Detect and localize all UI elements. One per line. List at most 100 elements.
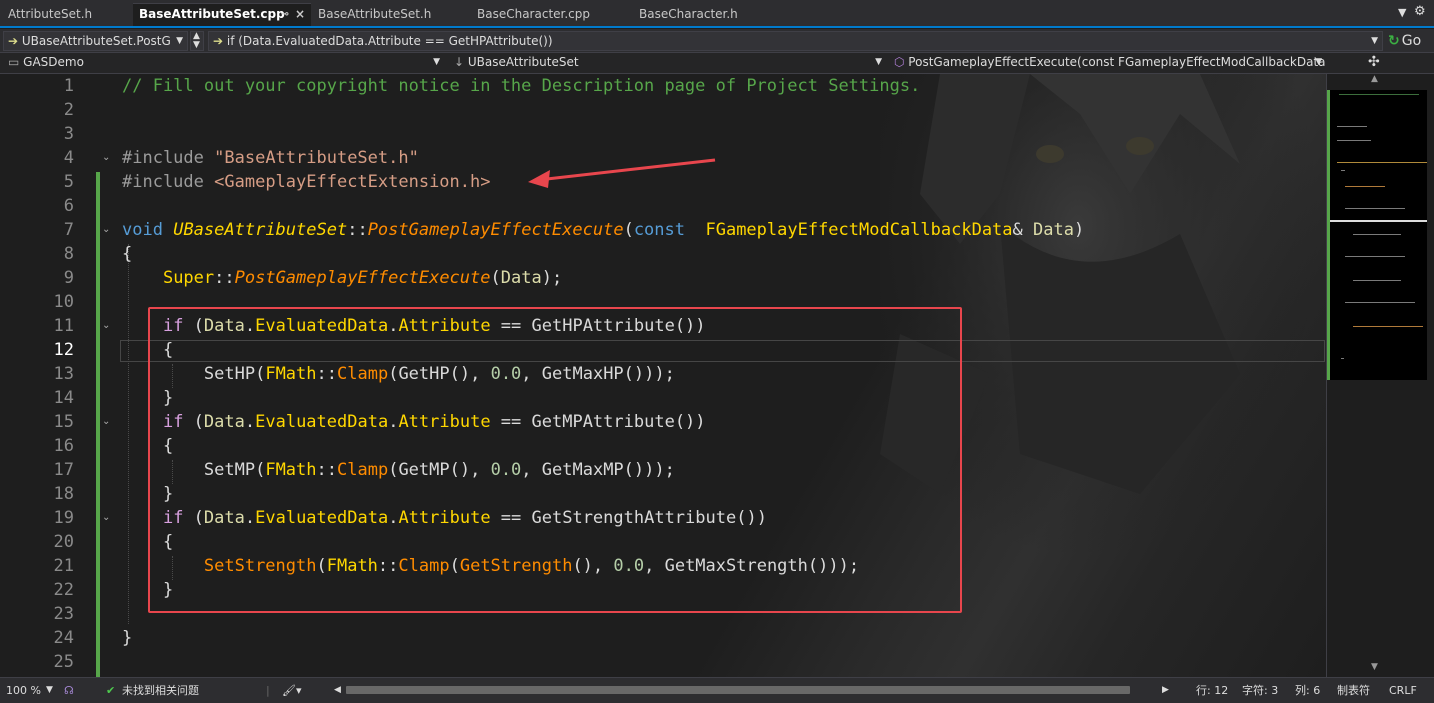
line-number: 3	[63, 124, 74, 144]
scroll-left-icon[interactable]: ◀	[334, 678, 341, 703]
line-number: 18	[53, 484, 74, 504]
fold-toggle-icon[interactable]: ⌄	[102, 218, 110, 242]
project-dropdown[interactable]: ▭ GASDemo ▼	[4, 54, 444, 73]
function-dropdown-label: PostGameplayEffectExecute(const FGamepla…	[908, 55, 1326, 69]
issues-status[interactable]: 未找到相关问题	[122, 678, 199, 703]
char-indicator[interactable]: 字符: 3	[1242, 678, 1278, 703]
sync-stepper[interactable]: ▲ ▼	[190, 31, 204, 51]
dropdown-icon: ▼	[1371, 36, 1378, 46]
line-number: 16	[53, 436, 74, 456]
col-indicator[interactable]: 列: 6	[1295, 678, 1320, 703]
line-number: 1	[63, 76, 74, 96]
member-dropdown[interactable]: ➔ UBaseAttributeSet.PostG ▼	[3, 31, 188, 51]
separator: |	[266, 684, 270, 697]
minimap-viewport[interactable]	[1329, 90, 1427, 380]
line-number: 23	[53, 604, 74, 624]
dropdown-icon: ▼	[1315, 57, 1322, 67]
scroll-right-icon[interactable]: ▶	[1162, 678, 1169, 703]
line-number: 5	[63, 172, 74, 192]
class-dropdown-label: UBaseAttributeSet	[467, 55, 579, 69]
line-number: 4	[63, 148, 74, 168]
tab-baseattributeset-h[interactable]: BaseAttributeSet.h	[312, 4, 470, 26]
zoom-dropdown-icon[interactable]: ▼	[46, 678, 53, 703]
minimap-change-marker	[1327, 90, 1330, 380]
tabs-mode[interactable]: 制表符	[1337, 678, 1370, 703]
line-number: 2	[63, 100, 74, 120]
class-dropdown[interactable]: ↓ UBaseAttributeSet ▼	[450, 54, 886, 73]
line-ending[interactable]: CRLF	[1389, 678, 1417, 703]
code-line[interactable]: // Fill out your copyright notice in the…	[122, 74, 920, 98]
line-number: 25	[53, 652, 74, 672]
go-label: Go	[1401, 33, 1422, 49]
tab-label: BaseCharacter.cpp	[477, 7, 591, 21]
code-line[interactable]: }	[122, 626, 132, 650]
function-dropdown[interactable]: ⬡ PostGameplayEffectExecute(const FGamep…	[890, 54, 1326, 73]
fold-toggle-icon[interactable]: ⌄	[102, 146, 110, 170]
minimap[interactable]: ▲ ▼	[1326, 74, 1434, 677]
tab-label: BaseCharacter.h	[639, 7, 738, 21]
annotation-highlight-box	[148, 307, 962, 613]
code-line[interactable]: #include "BaseAttributeSet.h"	[122, 146, 419, 170]
split-icon[interactable]: ✣	[1368, 54, 1380, 70]
fold-toggle-icon[interactable]: ⌄	[102, 506, 110, 530]
class-icon: ↓	[454, 55, 468, 69]
line-number: 20	[53, 532, 74, 552]
line-number: 7	[63, 220, 74, 240]
line-number: 9	[63, 268, 74, 288]
go-button[interactable]: ↻ Go	[1388, 31, 1421, 51]
line-number: 22	[53, 580, 74, 600]
copilot-icon[interactable]: ☊	[64, 678, 74, 703]
fold-toggle-icon[interactable]: ⌄	[102, 410, 110, 434]
project-dropdown-label: GASDemo	[23, 55, 84, 69]
tab-basecharacter-h[interactable]: BaseCharacter.h	[633, 4, 778, 26]
line-number: 6	[63, 196, 74, 216]
navigation-bar: ➔ UBaseAttributeSet.PostG ▼ ▲ ▼ ➔ if (Dat…	[0, 29, 1434, 53]
change-marker	[96, 172, 100, 220]
tab-basecharacter-cpp[interactable]: BaseCharacter.cpp	[471, 4, 631, 26]
member-dropdown-label: UBaseAttributeSet.PostG	[21, 34, 171, 48]
code-line[interactable]: #include <GameplayEffectExtension.h>	[122, 170, 490, 194]
line-number: 24	[53, 628, 74, 648]
code-line[interactable]: Super::PostGameplayEffectExecute(Data);	[122, 266, 562, 290]
line-number: 13	[53, 364, 74, 384]
tab-overflow-dropdown-icon[interactable]: ▼	[1398, 6, 1406, 19]
go-icon: ↻	[1388, 33, 1400, 49]
tab-label: BaseAttributeSet.cpp	[139, 7, 285, 21]
zoom-level[interactable]: 100 %	[6, 678, 41, 703]
line-number: 17	[53, 460, 74, 480]
annotation-arrow	[528, 158, 716, 188]
scroll-down-icon[interactable]: ▼	[1371, 662, 1378, 672]
status-bar: 100 % ▼ ☊ ✔ 未找到相关问题 | 🖌▾ ◀ ▶ 行: 12 字符: 3…	[0, 677, 1434, 703]
line-number: 15	[53, 412, 74, 432]
project-icon: ▭	[8, 55, 24, 69]
line-number-current: 12	[53, 340, 74, 360]
horizontal-scrollbar[interactable]	[346, 686, 1130, 694]
line-number: 14	[53, 388, 74, 408]
tab-attributeset-h[interactable]: AttributeSet.h	[2, 4, 132, 26]
line-number: 8	[63, 244, 74, 264]
scope-navigation-bar: ▭ GASDemo ▼ ↓ UBaseAttributeSet ▼ ⬡ Post…	[0, 53, 1434, 74]
method-icon: ⬡	[894, 55, 909, 69]
scope-dropdown-label: if (Data.EvaluatedData.Attribute == GetH…	[226, 34, 553, 48]
fold-toggle-icon[interactable]: ⌄	[102, 314, 110, 338]
arrow-right-icon: ➔	[213, 34, 227, 48]
scroll-up-icon[interactable]: ▲	[1371, 74, 1378, 84]
tab-close-icon[interactable]: ×	[295, 4, 305, 25]
document-tab-bar: AttributeSet.h BaseAttributeSet.cpp ⊸ × …	[0, 0, 1434, 28]
line-indicator[interactable]: 行: 12	[1196, 678, 1228, 703]
arrow-right-icon: ➔	[8, 34, 22, 48]
line-number: 11	[53, 316, 74, 336]
ok-check-icon: ✔	[106, 684, 116, 697]
settings-gear-icon[interactable]: ⚙	[1414, 4, 1426, 19]
tab-pin-icon[interactable]: ⊸	[281, 4, 289, 25]
dropdown-icon: ▼	[875, 57, 882, 67]
code-line[interactable]: void UBaseAttributeSet::PostGameplayEffe…	[122, 218, 1084, 242]
dropdown-icon: ▼	[433, 57, 440, 67]
brush-icon[interactable]: 🖌▾	[282, 678, 302, 703]
tab-baseattributeset-cpp[interactable]: BaseAttributeSet.cpp ⊸ ×	[133, 3, 311, 26]
tab-label: AttributeSet.h	[8, 7, 93, 21]
line-number: 19	[53, 508, 74, 528]
code-editor[interactable]: 1 2 3 4 5 6 7 8 9 10 11 12 13 14 15 16 1…	[0, 74, 1326, 677]
scope-dropdown[interactable]: ➔ if (Data.EvaluatedData.Attribute == Ge…	[208, 31, 1383, 51]
code-line[interactable]: {	[122, 242, 132, 266]
